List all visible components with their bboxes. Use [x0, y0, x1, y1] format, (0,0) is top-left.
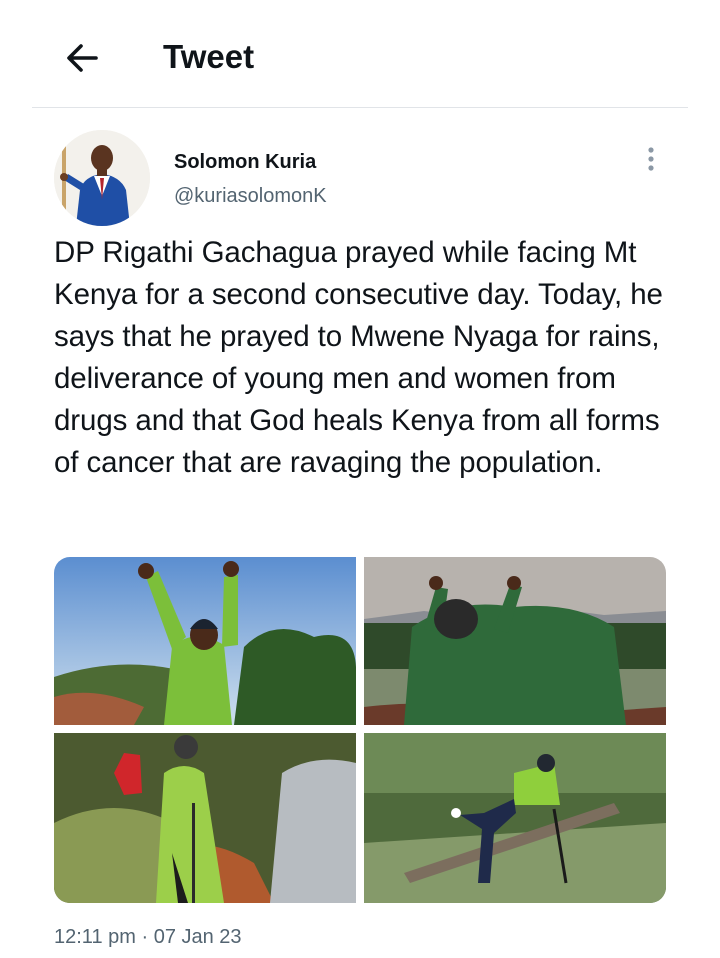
tweet-text: DP Rigathi Gachagua prayed while facing … — [54, 236, 663, 479]
photo-3[interactable] — [54, 733, 356, 903]
tweet-date: 07 Jan 23 — [153, 926, 242, 948]
photo-1[interactable] — [54, 557, 356, 725]
tweet-timestamp[interactable]: 12:11 pm · 07 Jan 23 — [54, 926, 242, 949]
back-button[interactable] — [62, 38, 102, 78]
author-photo — [54, 130, 150, 226]
top-bar: Tweet — [0, 0, 720, 108]
photo-4[interactable] — [364, 733, 666, 903]
author-name[interactable]: Solomon Kuria — [174, 151, 316, 174]
page-title: Tweet — [163, 38, 255, 75]
more-options-button[interactable] — [636, 142, 666, 178]
meta-separator: · — [141, 926, 149, 948]
author-handle[interactable]: @kuriasolomonK — [174, 185, 327, 208]
photo-2[interactable] — [364, 557, 666, 725]
avatar[interactable] — [54, 130, 150, 226]
more-vertical-icon — [648, 147, 654, 171]
media-grid — [54, 557, 666, 903]
tweet-time: 12:11 pm — [54, 926, 136, 948]
header-divider — [32, 107, 688, 108]
arrow-left-icon — [67, 44, 98, 72]
